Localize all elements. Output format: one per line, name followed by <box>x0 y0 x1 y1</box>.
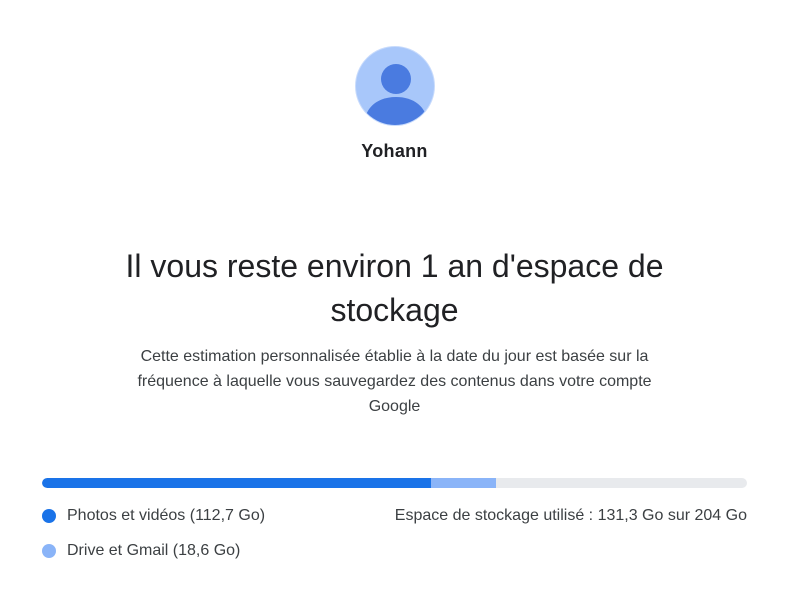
storage-bar <box>42 478 747 488</box>
storage-usage-summary: Espace de stockage utilisé : 131,3 Go su… <box>394 507 747 524</box>
legend-label-drive: Drive et Gmail (18,6 Go) <box>67 542 241 559</box>
legend-label-photos: Photos et vidéos (112,7 Go) <box>67 507 266 524</box>
legend-item-photos: Photos et vidéos (112,7 Go) <box>42 505 265 527</box>
storage-bar-photos <box>42 478 432 488</box>
legend-dot-drive <box>42 544 56 558</box>
legend-dot-photos <box>42 509 56 523</box>
page-title: Il vous reste environ 1 an d'espace de s… <box>125 248 664 328</box>
storage-bar-drive <box>431 478 496 488</box>
estimate-description: Cette estimation personnalisée établie à… <box>137 348 652 415</box>
legend-item-drive: Drive et Gmail (18,6 Go) <box>42 540 265 562</box>
avatar[interactable] <box>354 46 435 126</box>
person-icon <box>363 64 428 125</box>
profile-name: Yohann <box>361 141 428 161</box>
storage-legend: Photos et vidéos (112,7 Go) Drive et Gma… <box>42 505 265 575</box>
profile-header: Yohann <box>0 46 789 182</box>
